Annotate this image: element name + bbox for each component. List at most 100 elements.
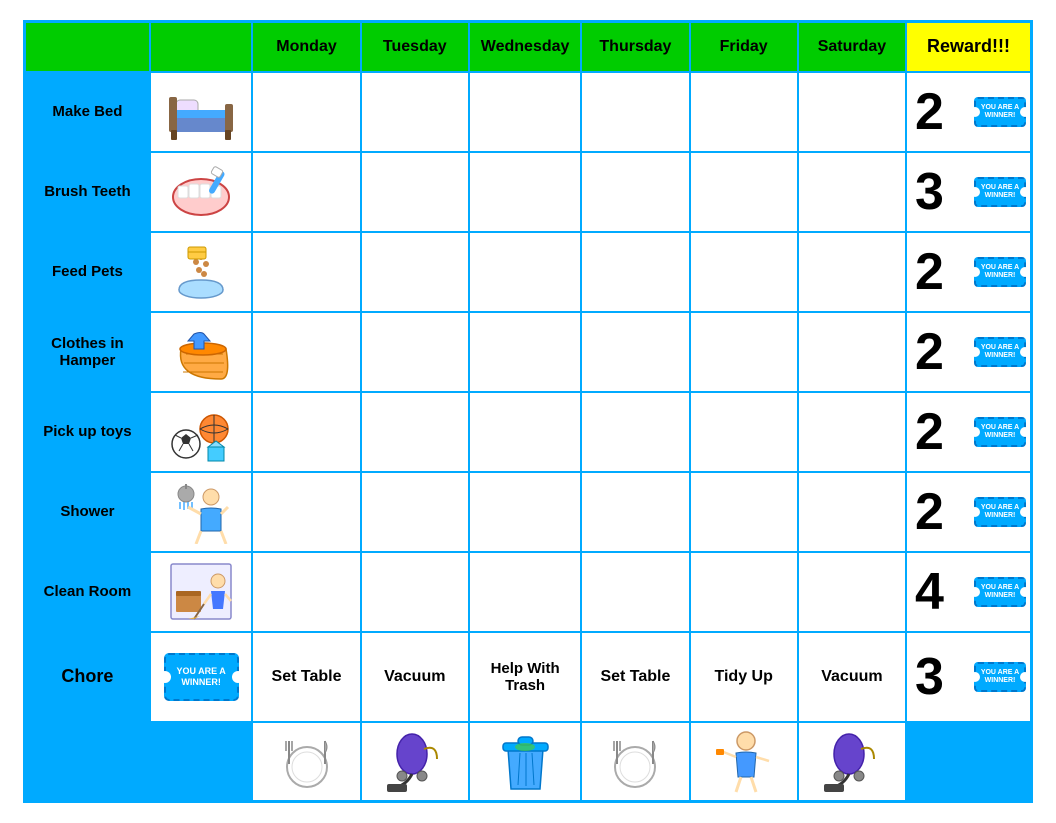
chore-image-brushteeth bbox=[150, 152, 253, 232]
chore-day-monday: Set Table bbox=[252, 632, 360, 722]
bottom-col2 bbox=[150, 722, 253, 802]
reward-number-makebed: 2 bbox=[915, 82, 944, 142]
day-cell-brushteeth-thu bbox=[581, 152, 689, 232]
day-cell-shower-thu bbox=[581, 472, 689, 552]
bottom-icon-friday bbox=[690, 722, 798, 802]
day-cell-brushteeth-tue bbox=[361, 152, 469, 232]
day-cell-cleanroom-sat bbox=[798, 552, 906, 632]
day-cell-hamper-fri bbox=[690, 312, 798, 392]
chore-name-cleanroom: Clean Room bbox=[25, 552, 150, 632]
reward-cell-cleanroom: 4 YOU ARE AWINNER! bbox=[906, 552, 1031, 632]
ticket-makebed: YOU ARE AWINNER! bbox=[974, 97, 1026, 127]
day-cell-feedpets-thu bbox=[581, 232, 689, 312]
header-row: Monday Tuesday Wednesday Thursday Friday… bbox=[25, 22, 1032, 72]
chore-day-tuesday: Vacuum bbox=[361, 632, 469, 722]
teeth-icon bbox=[166, 162, 236, 222]
ticket-brushteeth: YOU ARE AWINNER! bbox=[974, 177, 1026, 207]
reward-number-brushteeth: 3 bbox=[915, 162, 944, 222]
day-cell-makebed-wed bbox=[469, 72, 581, 152]
bottom-icon-wednesday bbox=[469, 722, 581, 802]
day-cell-makebed-sat bbox=[798, 72, 906, 152]
table-row: Pick up toys bbox=[25, 392, 1032, 472]
day-cell-makebed-mon bbox=[252, 72, 360, 152]
day-cell-cleanroom-wed bbox=[469, 552, 581, 632]
hamper-icon bbox=[166, 319, 236, 384]
day-cell-toys-fri bbox=[690, 392, 798, 472]
table-row: Clean Room bbox=[25, 552, 1032, 632]
ticket-shower: YOU ARE AWINNER! bbox=[974, 497, 1026, 527]
day-cell-hamper-thu bbox=[581, 312, 689, 392]
day-cell-cleanroom-fri bbox=[690, 552, 798, 632]
chore-day-thursday: Set Table bbox=[581, 632, 689, 722]
reward-number-hamper: 2 bbox=[915, 322, 944, 382]
day-cell-shower-sat bbox=[798, 472, 906, 552]
person-icon-friday bbox=[711, 729, 776, 794]
chore-image-shower bbox=[150, 472, 253, 552]
reward-number-feedpets: 2 bbox=[915, 242, 944, 302]
day-cell-feedpets-tue bbox=[361, 232, 469, 312]
chore-image-cleanroom bbox=[150, 552, 253, 632]
chore-image-feedpets bbox=[150, 232, 253, 312]
reward-cell-toys: 2 YOU ARE AWINNER! bbox=[906, 392, 1031, 472]
reward-cell-shower: 2 YOU ARE AWINNER! bbox=[906, 472, 1031, 552]
header-col2 bbox=[150, 22, 253, 72]
day-cell-feedpets-mon bbox=[252, 232, 360, 312]
trash-icon-wednesday bbox=[493, 729, 558, 794]
ticket-toys: YOU ARE AWINNER! bbox=[974, 417, 1026, 447]
day-cell-brushteeth-sat bbox=[798, 152, 906, 232]
reward-number-chore: 3 bbox=[915, 647, 944, 707]
toys-icon bbox=[166, 399, 236, 464]
day-cell-cleanroom-mon bbox=[252, 552, 360, 632]
reward-cell-makebed: 2 YOU ARE AWINNER! bbox=[906, 72, 1031, 152]
ticket-cleanroom: YOU ARE AWINNER! bbox=[974, 577, 1026, 607]
vacuum-icon-tuesday bbox=[382, 729, 447, 794]
bottom-reward bbox=[906, 722, 1031, 802]
day-cell-hamper-sat bbox=[798, 312, 906, 392]
day-cell-shower-mon bbox=[252, 472, 360, 552]
table-row: Brush Teeth bbox=[25, 152, 1032, 232]
chore-table: Monday Tuesday Wednesday Thursday Friday… bbox=[23, 20, 1033, 803]
room-icon bbox=[166, 559, 236, 624]
ticket-chore: YOU ARE AWINNER! bbox=[974, 662, 1026, 692]
day-cell-brushteeth-fri bbox=[690, 152, 798, 232]
day-cell-hamper-wed bbox=[469, 312, 581, 392]
header-friday: Friday bbox=[690, 22, 798, 72]
chore-name-makebed: Make Bed bbox=[25, 72, 150, 152]
chore-image-ticket: YOU ARE AWINNER! bbox=[150, 632, 253, 722]
chore-chart: Monday Tuesday Wednesday Thursday Friday… bbox=[23, 20, 1033, 803]
chore-day-saturday: Vacuum bbox=[798, 632, 906, 722]
shower-icon bbox=[166, 479, 236, 544]
chore-name-feedpets: Feed Pets bbox=[25, 232, 150, 312]
chore-name-shower: Shower bbox=[25, 472, 150, 552]
day-cell-shower-wed bbox=[469, 472, 581, 552]
day-cell-cleanroom-tue bbox=[361, 552, 469, 632]
bottom-icon-thursday bbox=[581, 722, 689, 802]
day-cell-toys-sat bbox=[798, 392, 906, 472]
bottom-col1 bbox=[25, 722, 150, 802]
day-cell-makebed-thu bbox=[581, 72, 689, 152]
bottom-icon-tuesday bbox=[361, 722, 469, 802]
header-saturday: Saturday bbox=[798, 22, 906, 72]
table-row: Clothes in Hamper bbox=[25, 312, 1032, 392]
pets-icon bbox=[166, 242, 236, 302]
day-cell-brushteeth-mon bbox=[252, 152, 360, 232]
reward-number-cleanroom: 4 bbox=[915, 562, 944, 622]
bottom-icon-row bbox=[25, 722, 1032, 802]
chore-name-toys: Pick up toys bbox=[25, 392, 150, 472]
day-cell-toys-mon bbox=[252, 392, 360, 472]
header-monday: Monday bbox=[252, 22, 360, 72]
bottom-icon-monday bbox=[252, 722, 360, 802]
day-cell-feedpets-sat bbox=[798, 232, 906, 312]
day-cell-toys-thu bbox=[581, 392, 689, 472]
header-tuesday: Tuesday bbox=[361, 22, 469, 72]
ticket-hamper: YOU ARE AWINNER! bbox=[974, 337, 1026, 367]
chore-special-row: Chore YOU ARE AWINNER! Set Table bbox=[25, 632, 1032, 722]
reward-number-shower: 2 bbox=[915, 482, 944, 542]
plate-icon-thursday bbox=[605, 729, 665, 794]
day-cell-brushteeth-wed bbox=[469, 152, 581, 232]
day-cell-feedpets-fri bbox=[690, 232, 798, 312]
table-row: Shower bbox=[25, 472, 1032, 552]
reward-cell-hamper: 2 YOU ARE AWINNER! bbox=[906, 312, 1031, 392]
day-cell-hamper-tue bbox=[361, 312, 469, 392]
bed-icon bbox=[166, 82, 236, 142]
